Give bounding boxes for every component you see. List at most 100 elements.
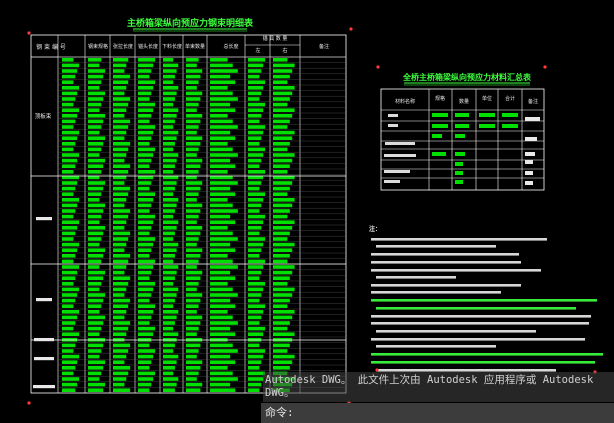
table1-cell-value — [210, 153, 238, 157]
table1-cell-value — [62, 58, 74, 62]
table1-cell-value — [113, 282, 129, 286]
table1-cell-value — [248, 270, 262, 275]
note-line — [376, 276, 456, 279]
table1-cell-value — [88, 265, 100, 269]
table1-cell-value — [62, 287, 80, 292]
table1-cell-value — [210, 63, 233, 68]
table1-cell-value — [62, 254, 76, 258]
table1-cell-value — [138, 237, 156, 241]
table1-cell-value — [88, 298, 104, 303]
command-prompt: 命令: — [265, 406, 294, 419]
table1-cell-value — [210, 114, 228, 118]
table1-cell-value — [163, 108, 179, 112]
note-line — [371, 269, 541, 272]
table1-cell-value — [113, 203, 125, 208]
table1-cell-value — [210, 276, 236, 280]
table1-cell-value — [113, 147, 129, 152]
table1-cell-value — [273, 237, 288, 241]
table1-cell-value — [210, 86, 228, 90]
table1-cell-value — [186, 377, 197, 381]
table1-cell-value — [113, 130, 127, 135]
table1-cell-value — [62, 214, 74, 219]
table1-cell-value — [88, 332, 100, 336]
table1-cell-value — [113, 74, 131, 79]
table1-cell-value — [248, 354, 264, 359]
table1-cell-value — [88, 310, 100, 314]
table1-cell-value — [163, 181, 177, 185]
table1-cell-value — [138, 315, 152, 320]
table1-cell-value — [186, 203, 203, 208]
table1-cell-value — [163, 192, 174, 196]
table1-cell-value — [88, 119, 104, 124]
table1-cell-value — [210, 349, 238, 353]
table1-cell-value — [62, 276, 76, 280]
table1-cell-value — [113, 198, 127, 202]
model-space-canvas[interactable]: 主桥箱梁纵向预应力钢束明细表 钢 束 编 号 钢束规格 张拉长度 锚头长度 下料… — [0, 0, 614, 423]
table1-cell-value — [138, 209, 150, 213]
table1-cell-value — [113, 170, 129, 174]
table1-cell-value — [186, 354, 197, 359]
header-total-length: 总长度 — [223, 43, 238, 50]
table1-cell-value — [113, 220, 127, 224]
table1-cell-value — [186, 332, 197, 336]
table1-cell-value — [273, 287, 295, 292]
table1-cell-value — [62, 220, 80, 224]
table1-cell-value — [186, 310, 197, 314]
table1-cell-value — [163, 220, 179, 224]
note-line — [371, 238, 547, 241]
table1-cell-value — [210, 237, 238, 241]
table1-cell-value — [113, 136, 125, 140]
table1-cell-value — [210, 119, 233, 124]
table1-cell-value — [88, 203, 106, 208]
table1-cell-value — [273, 86, 295, 90]
table1-cell-value — [62, 192, 74, 196]
note-line — [371, 315, 591, 318]
table1-cell-value — [186, 276, 201, 280]
table1-cell-value — [88, 354, 100, 359]
table1-cell-value — [88, 130, 100, 135]
t2-cell-value — [455, 162, 463, 166]
table1-cell-value — [113, 214, 129, 219]
t2-cell-value — [432, 152, 446, 156]
table1-cell-value — [113, 97, 131, 101]
table1-cell-value — [138, 158, 152, 163]
table1-cell-value — [113, 242, 127, 247]
table1-cell-value — [248, 321, 260, 325]
table1-cell-value — [163, 293, 177, 297]
table1-cell-value — [138, 147, 156, 152]
command-line[interactable]: 命令: — [261, 403, 614, 423]
table1-cell-value — [186, 315, 203, 320]
table1-cell-value — [62, 186, 76, 191]
table1-cell-value — [186, 254, 201, 258]
table1-cell-value — [113, 164, 131, 168]
table1-cell-value — [113, 293, 125, 297]
table1-cell-value — [113, 192, 129, 196]
table1-cell-value — [88, 259, 102, 264]
design-notes: 注： — [369, 225, 603, 372]
table1-cell-value — [88, 164, 104, 168]
table1-cell-value — [163, 270, 177, 275]
table1-cell-value — [273, 186, 290, 191]
table1-cell-value — [113, 326, 129, 331]
table1-cell-value — [138, 321, 150, 325]
table1-cell-value — [186, 86, 197, 90]
table1-cell-value — [88, 125, 102, 129]
table1-cell-value — [163, 102, 174, 107]
table1-cell-value — [248, 136, 262, 140]
table1-cell-value — [248, 332, 264, 336]
table1-cell-value — [163, 382, 177, 387]
table1-cell-value — [62, 298, 76, 303]
table1-cell-value — [113, 142, 131, 146]
table1-cell-value — [138, 382, 152, 387]
table1-cell-value — [163, 326, 174, 331]
table1-cell-value — [88, 388, 104, 392]
table1-cell-value — [113, 125, 129, 129]
table1-cell-value — [138, 254, 150, 258]
t2-header-material: 材料名称 — [395, 98, 415, 105]
table1-cell-value — [113, 388, 131, 392]
table1-cell-value — [62, 198, 80, 202]
table1-cell-value — [113, 102, 129, 107]
table1-cell-value — [88, 326, 102, 331]
table1-cell-value — [210, 220, 236, 224]
table1-cell-value — [113, 371, 129, 376]
